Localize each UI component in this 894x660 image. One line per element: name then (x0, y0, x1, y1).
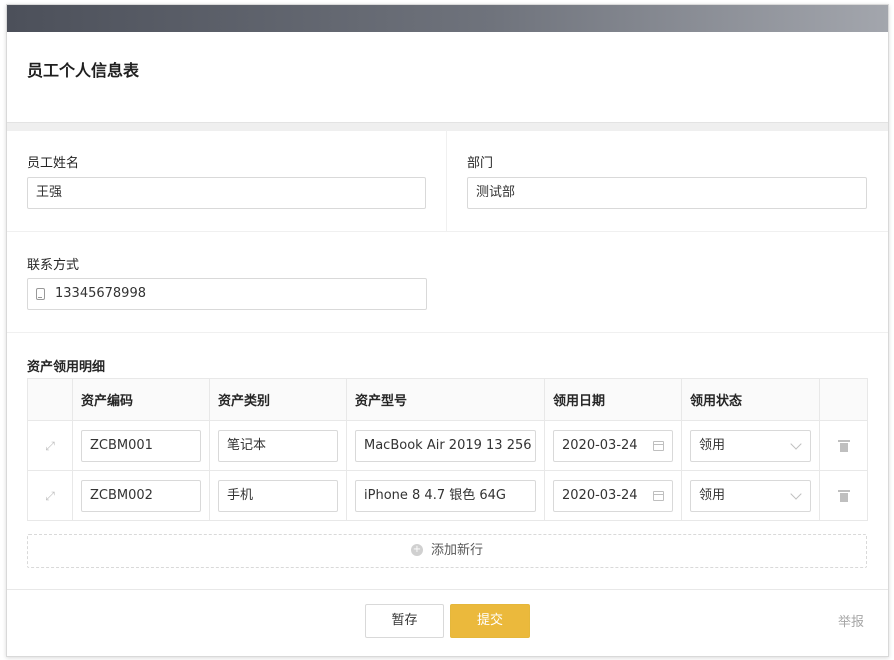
assets-table: 资产编码 资产类别 资产型号 领用日期 领用状态 ⤢ ZCBM001 笔记本 M… (27, 378, 868, 521)
expand-icon[interactable]: ⤢ (44, 440, 56, 452)
chevron-down-icon (790, 437, 802, 450)
status-select[interactable]: 领用 (690, 479, 811, 512)
form-window: 员工个人信息表 员工姓名 王强 部门 测试部 联系方式 13345678998 … (6, 4, 889, 657)
action-column-header (819, 378, 868, 421)
save-draft-button[interactable]: 暂存 (365, 604, 444, 638)
submit-button[interactable]: 提交 (450, 604, 530, 638)
delete-cell (819, 470, 868, 521)
row-divider (7, 231, 888, 232)
drag-column-header (27, 378, 73, 421)
contact-label: 联系方式 (27, 258, 80, 273)
column-header-category: 资产类别 (209, 378, 347, 421)
column-header-model: 资产型号 (346, 378, 545, 421)
add-row-button[interactable]: + 添加新行 (27, 534, 867, 568)
add-row-label: 添加新行 (430, 543, 483, 558)
calendar-icon (653, 490, 664, 501)
page-title: 员工个人信息表 (27, 61, 140, 80)
top-bar (7, 5, 888, 32)
calendar-icon (653, 440, 664, 451)
contact-field[interactable]: 13345678998 (27, 278, 427, 310)
assets-section-label: 资产领用明细 (27, 360, 106, 375)
trash-icon[interactable] (837, 439, 850, 452)
expand-cell: ⤢ (27, 420, 73, 471)
chevron-down-icon (790, 487, 802, 500)
date-value: 2020-03-24 (562, 487, 638, 503)
table-header-row: 资产编码 资产类别 资产型号 领用日期 领用状态 (27, 378, 868, 421)
status-value: 领用 (699, 437, 726, 453)
report-link[interactable]: 举报 (838, 611, 864, 630)
footer-divider (7, 589, 888, 590)
asset-code-input[interactable]: ZCBM001 (81, 429, 201, 462)
plus-circle-icon: + (410, 543, 423, 556)
employee-name-field[interactable]: 王强 (27, 177, 426, 209)
row-divider (7, 332, 888, 333)
delete-cell (819, 420, 868, 471)
expand-icon[interactable]: ⤢ (44, 490, 56, 502)
trash-icon[interactable] (837, 489, 850, 502)
table-row: ⤢ ZCBM001 笔记本 MacBook Air 2019 13 256 20… (27, 420, 868, 471)
column-header-code: 资产编码 (72, 378, 210, 421)
department-label: 部门 (467, 156, 494, 171)
asset-model-input[interactable]: MacBook Air 2019 13 256 (355, 429, 536, 462)
column-divider (446, 130, 447, 231)
asset-category-input[interactable]: 笔记本 (218, 429, 338, 462)
asset-model-input[interactable]: iPhone 8 4.7 银色 64G (355, 479, 536, 512)
department-field[interactable]: 测试部 (467, 177, 867, 209)
contact-value: 13345678998 (55, 286, 146, 301)
date-value: 2020-03-24 (562, 437, 638, 453)
date-picker[interactable]: 2020-03-24 (553, 429, 673, 462)
asset-category-input[interactable]: 手机 (218, 479, 338, 512)
column-header-date: 领用日期 (544, 378, 682, 421)
date-picker[interactable]: 2020-03-24 (553, 479, 673, 512)
employee-name-label: 员工姓名 (27, 156, 80, 171)
table-row: ⤢ ZCBM002 手机 iPhone 8 4.7 银色 64G 2020-03… (27, 470, 868, 521)
expand-cell: ⤢ (27, 470, 73, 521)
header-divider (7, 122, 888, 131)
status-value: 领用 (699, 487, 726, 503)
status-select[interactable]: 领用 (690, 429, 811, 462)
asset-code-input[interactable]: ZCBM002 (81, 479, 201, 512)
column-header-status: 领用状态 (681, 378, 820, 421)
phone-icon (36, 288, 45, 300)
